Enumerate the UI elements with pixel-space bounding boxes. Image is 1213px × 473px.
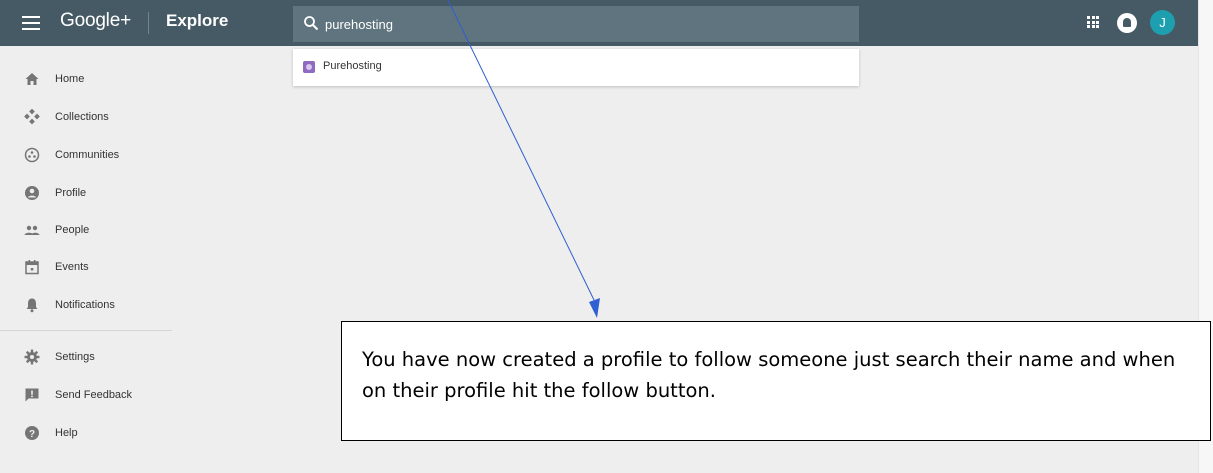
avatar[interactable]: J: [1150, 10, 1175, 35]
sidebar-item-label: People: [55, 224, 90, 236]
sidebar-item-label: Send Feedback: [55, 389, 133, 401]
sidebar-item-home[interactable]: Home: [0, 61, 175, 97]
search-suggestions: Purehosting: [293, 49, 859, 86]
sidebar-item-communities[interactable]: Communities: [0, 137, 175, 173]
page-title: Explore: [166, 11, 229, 30]
app-logo[interactable]: Google+: [60, 10, 131, 32]
top-app-bar: Google+ Explore J: [0, 0, 1198, 46]
sidebar-item-profile[interactable]: Profile: [0, 175, 175, 211]
suggestion-avatar-icon: [303, 61, 315, 73]
sidebar-item-label: Collections: [55, 111, 109, 123]
search-input[interactable]: [325, 13, 825, 35]
sidebar-item-label: Communities: [55, 149, 120, 161]
sidebar-item-collections[interactable]: Collections: [0, 99, 175, 135]
sidebar-item-people[interactable]: People: [0, 212, 175, 248]
sidebar-divider: [0, 330, 172, 331]
sidebar-item-notifications[interactable]: Notifications: [0, 287, 175, 323]
apps-grid-icon[interactable]: [1087, 16, 1099, 28]
sidebar-item-label: Notifications: [55, 299, 115, 311]
events-icon: [25, 260, 39, 275]
sidebar-item-help[interactable]: ? Help: [0, 415, 175, 451]
search-suggestion-item[interactable]: Purehosting: [293, 49, 859, 86]
gear-icon: [24, 349, 40, 365]
sidebar-item-label: Events: [55, 261, 89, 273]
search-bar[interactable]: [293, 6, 859, 42]
svg-text:?: ?: [29, 429, 35, 440]
collections-icon: [24, 109, 40, 125]
sidebar-item-label: Home: [55, 73, 85, 85]
notifications-bell-icon[interactable]: [1117, 13, 1137, 33]
hamburger-menu-icon[interactable]: [22, 16, 40, 30]
search-icon: [304, 16, 319, 31]
annotation-text: You have now created a profile to follow…: [362, 348, 1176, 402]
home-icon: [25, 73, 39, 85]
sidebar-item-events[interactable]: Events: [0, 249, 175, 285]
header-divider: [148, 12, 149, 34]
bell-icon: [26, 298, 38, 313]
sidebar-item-label: Help: [55, 427, 78, 439]
sidebar-item-label: Profile: [55, 187, 87, 199]
sidebar-item-label: Settings: [55, 351, 95, 363]
communities-icon: [24, 147, 40, 163]
help-icon: ?: [25, 426, 39, 440]
suggestion-label: Purehosting: [323, 60, 382, 72]
feedback-icon: [25, 388, 39, 402]
people-icon: [24, 225, 40, 235]
profile-icon: [25, 186, 39, 200]
sidebar-item-settings[interactable]: Settings: [0, 339, 175, 375]
sidebar-item-send-feedback[interactable]: Send Feedback: [0, 377, 175, 413]
annotation-callout: You have now created a profile to follow…: [341, 321, 1211, 441]
